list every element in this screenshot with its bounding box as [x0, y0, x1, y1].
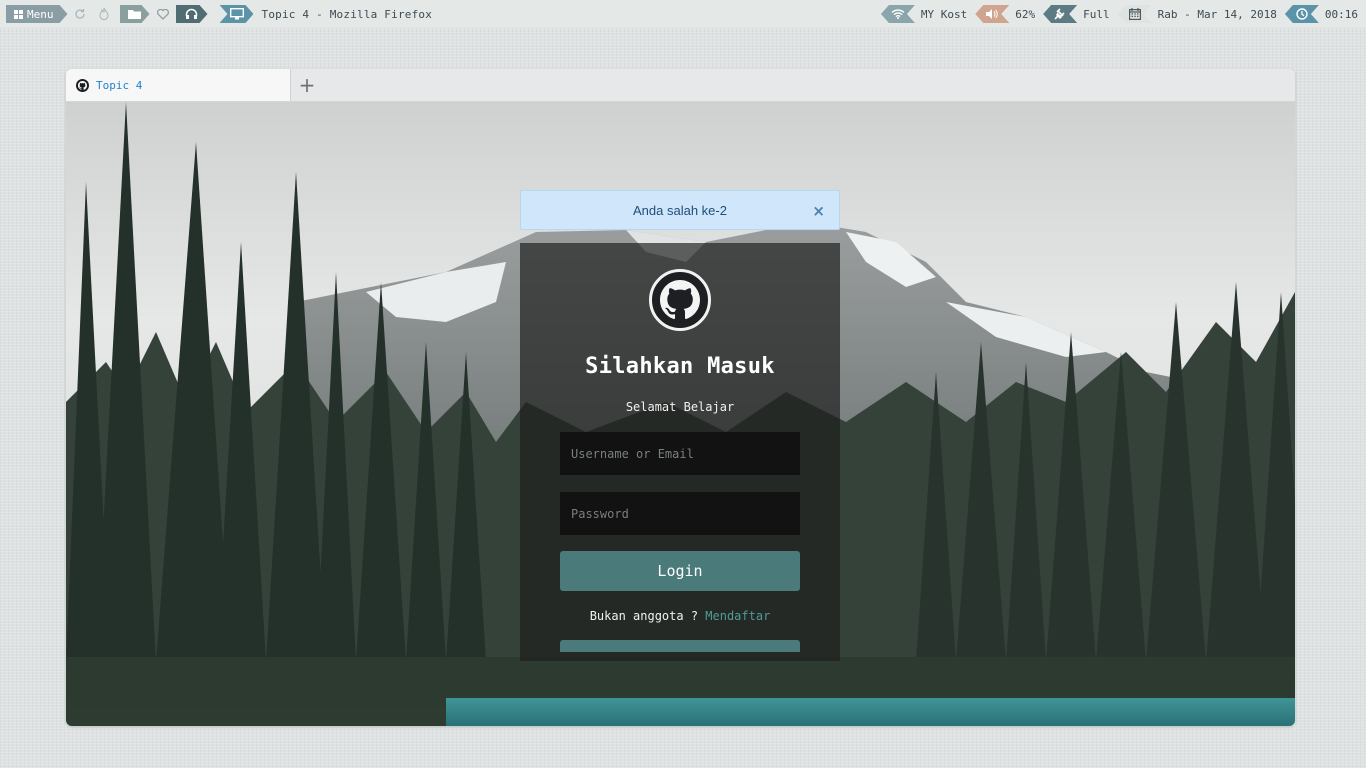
- alert-message: Anda salah ke-2: [633, 202, 727, 218]
- login-panel: Silahkan Masuk Selamat Belajar Login Buk…: [520, 243, 840, 661]
- github-icon: [76, 78, 89, 92]
- calendar-icon[interactable]: [1118, 5, 1152, 23]
- register-prompt: Bukan anggota ?: [589, 609, 706, 623]
- clock-icon[interactable]: [1285, 5, 1319, 23]
- power-status: Full: [1083, 7, 1110, 21]
- plug-icon[interactable]: [1043, 5, 1077, 23]
- folder-icon[interactable]: [120, 5, 150, 23]
- github-logo-icon: [649, 269, 711, 331]
- heart-icon[interactable]: [149, 5, 176, 23]
- password-input[interactable]: [560, 492, 800, 535]
- login-title: Silahkan Masuk: [585, 354, 775, 379]
- refresh-icon[interactable]: [68, 5, 92, 23]
- wifi-icon[interactable]: [881, 5, 915, 23]
- register-link[interactable]: Mendaftar: [705, 609, 770, 623]
- login-subtitle: Selamat Belajar: [625, 400, 735, 414]
- username-input[interactable]: [560, 432, 800, 475]
- error-alert: Anda salah ke-2 ×: [520, 190, 840, 230]
- date-display: Rab - Mar 14, 2018: [1157, 7, 1277, 21]
- tab-topic-4[interactable]: Topic 4: [66, 69, 291, 101]
- grid-icon: [14, 10, 23, 19]
- menu-button[interactable]: Menu: [6, 5, 68, 23]
- register-prompt-line: Bukan anggota ? Mendaftar: [590, 609, 771, 623]
- tab-title: Topic 4: [96, 78, 143, 92]
- volume-level: 62%: [1015, 7, 1036, 21]
- menu-label: Menu: [27, 7, 54, 21]
- page-viewport: Anda salah ke-2 × Silahkan Masuk Selamat…: [66, 102, 1295, 726]
- window-title: Topic 4 - Mozilla Firefox: [261, 7, 433, 21]
- alert-close-button[interactable]: ×: [812, 202, 825, 220]
- panel-left: Menu Topic 4 - Mozilla Firefox: [0, 0, 432, 28]
- panel-right: MY Kost 62% Full Rab - Mar 14, 2018 00:1…: [881, 0, 1366, 28]
- secondary-button[interactable]: [560, 640, 800, 652]
- time-display: 00:16: [1324, 7, 1358, 21]
- monitor-icon[interactable]: [220, 5, 254, 23]
- tab-bar: Topic 4 +: [66, 69, 1295, 102]
- speaker-icon[interactable]: [975, 5, 1009, 23]
- new-tab-button[interactable]: +: [291, 69, 323, 101]
- headphones-icon[interactable]: [176, 5, 208, 23]
- browser-window: Topic 4 + Anda salah ke-2 × Silahkan Mas…: [66, 69, 1295, 726]
- flame-icon[interactable]: [92, 5, 116, 23]
- top-panel: Menu Topic 4 - Mozilla Firefox MY Kost 6: [0, 0, 1366, 28]
- network-name: MY Kost: [920, 7, 968, 21]
- login-button[interactable]: Login: [560, 551, 800, 591]
